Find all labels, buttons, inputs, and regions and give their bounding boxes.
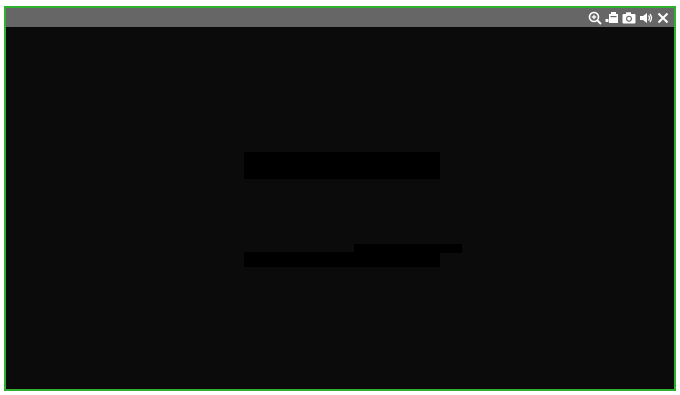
video-overlay-block [244, 252, 440, 267]
snapshot-icon[interactable] [621, 10, 636, 25]
record-icon[interactable] [604, 10, 619, 25]
audio-icon[interactable] [638, 10, 653, 25]
video-overlay-block [244, 152, 440, 179]
video-display[interactable] [6, 27, 674, 389]
video-titlebar [6, 8, 674, 27]
video-toolbar [587, 9, 670, 26]
zoom-in-icon[interactable] [587, 10, 602, 25]
close-icon[interactable] [655, 10, 670, 25]
video-window[interactable] [4, 6, 676, 391]
